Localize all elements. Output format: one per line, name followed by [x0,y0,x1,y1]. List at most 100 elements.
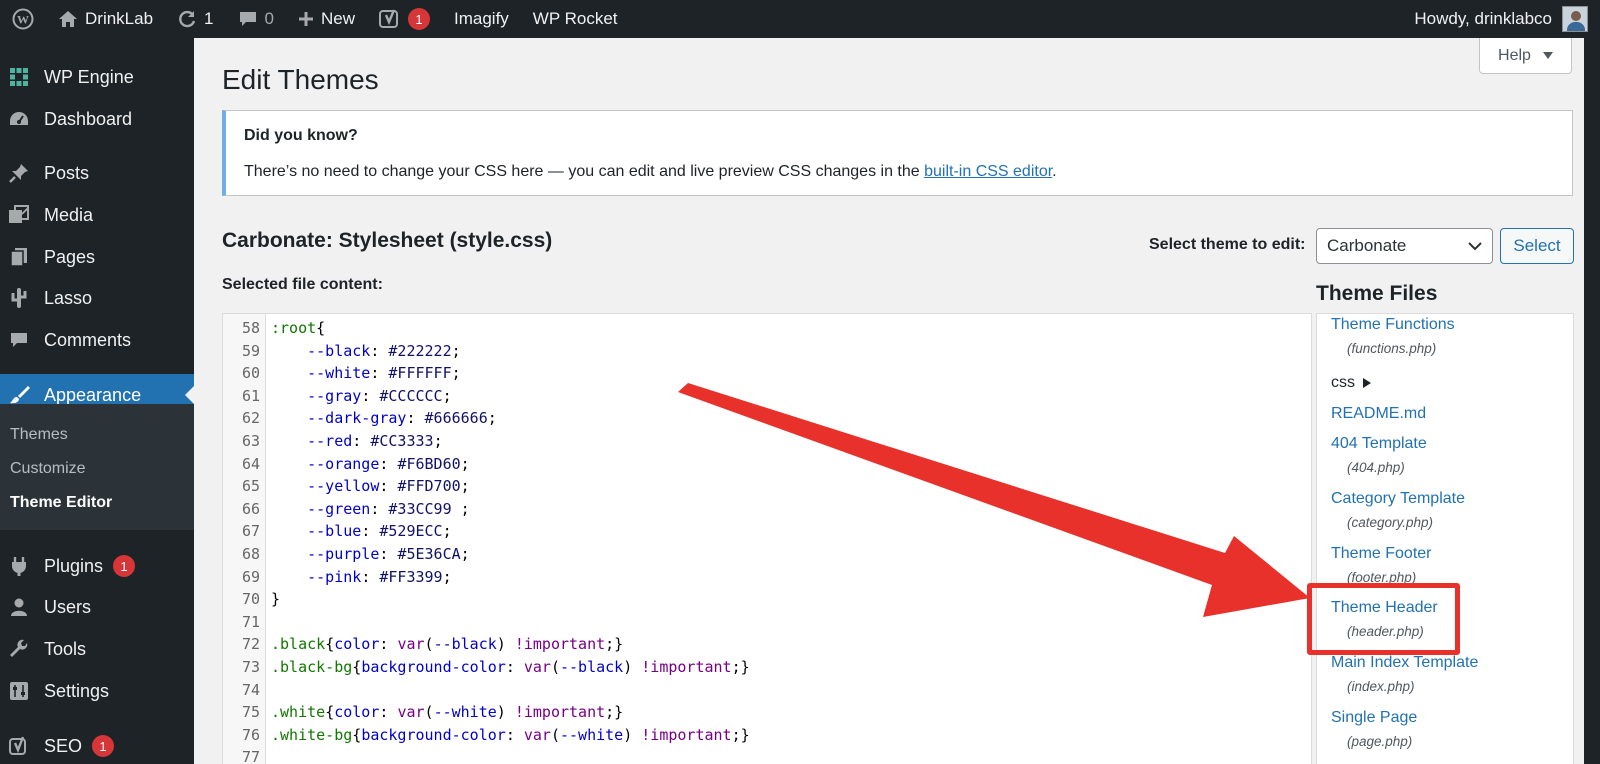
code-token: ;} [605,635,624,654]
file-content-label: Selected file content: [222,276,383,293]
code-token: ; [442,567,452,586]
code-token: #FFFFFF [388,364,452,383]
refresh-icon [179,10,196,28]
menu-item-lasso[interactable]: Lasso [0,277,194,319]
code-text: --blue: #529ECC; [271,520,452,543]
menu-item-comments[interactable]: Comments [0,319,194,361]
code-token: : [379,477,398,496]
code-token: ; [442,386,452,405]
menu-item-wp-engine[interactable]: WP Engine [0,56,194,98]
code-token: #666666 [424,409,488,428]
file-link-theme-footer[interactable]: Theme Footer [1331,545,1431,563]
page-title: Edit Themes [222,64,379,95]
code-token: : [352,432,371,450]
line-number: 72 [241,635,260,654]
code-token: --yellow [271,477,380,496]
menu-item-posts[interactable]: Posts [0,152,194,194]
account-menu[interactable]: Howdy, drinklabco [1414,6,1600,32]
yoast-link[interactable]: 1 [367,0,442,38]
code-token: ) [496,635,515,654]
code-token: --black [433,635,497,654]
menu-label: Users [44,596,92,617]
code-token: : [370,341,389,360]
code-token: #529ECC [379,522,443,541]
code-token: : [406,409,425,428]
code-line: 77 [223,746,1311,764]
code-line: 58:root{ [223,317,1311,340]
code-token: : [505,658,524,676]
wordpress-logo[interactable]: W [0,0,46,38]
code-token: ;} [605,703,624,722]
plugins-update-badge: 1 [113,555,136,577]
menu-label: Plugins [44,555,104,576]
code-text: .white{color: var(--white) !important;} [271,701,623,724]
file-link-readme[interactable]: README.md [1331,405,1426,423]
css-editor-link[interactable]: built-in CSS editor [924,163,1052,180]
code-line: 64 --orange: #F6BD60; [223,453,1311,476]
code-line: 68 --purple: #5E36CA; [223,543,1311,566]
yoast-icon [379,9,398,28]
file-link-single-page[interactable]: Single Page [1331,709,1417,727]
menu-item-dashboard[interactable]: Dashboard [0,98,194,140]
menu-label: Pages [44,246,96,267]
code-token: --pink [271,567,362,586]
updates-link[interactable]: 1 [165,0,225,38]
menu-item-plugins[interactable]: Plugins 1 [0,545,194,587]
site-name-link[interactable]: DrinkLab [46,0,165,38]
code-token: var [397,635,425,654]
file-link-category-template[interactable]: Category Template [1331,490,1465,508]
wp-rocket-link[interactable]: WP Rocket [521,0,630,38]
menu-label: WP Engine [44,66,134,87]
code-text: } [271,588,280,611]
code-token: : [370,499,389,518]
code-token: var [523,658,551,676]
svg-text:W: W [17,13,29,27]
submenu-theme-editor[interactable]: Theme Editor [10,494,112,512]
code-line: 71 [223,611,1311,634]
menu-item-seo[interactable]: SEO 1 [0,725,194,764]
code-token: :root [271,319,317,337]
code-text: --gray: #CCCCCC; [271,385,452,408]
theme-select[interactable]: Carbonate [1316,228,1493,264]
comments-link[interactable]: 0 [226,0,286,38]
menu-item-media[interactable]: Media [0,194,194,236]
folder-css[interactable]: css [1331,374,1371,392]
code-line: 73 .black-bg{background-color: var(--blac… [223,656,1311,679]
imagify-link[interactable]: Imagify [442,0,521,38]
file-link-theme-functions[interactable]: Theme Functions [1331,316,1455,334]
new-content-link[interactable]: New [286,0,367,38]
notice-text-after: . [1052,163,1057,180]
file-name: (page.php) [1347,734,1413,749]
menu-item-pages[interactable]: Pages [0,236,194,278]
code-token: #222222 [388,341,452,360]
wp-rocket-label: WP Rocket [532,9,618,28]
submenu-themes[interactable]: Themes [10,426,68,444]
code-token: !important [514,635,606,654]
code-token: --orange [271,454,380,473]
line-number: 76 [241,725,260,744]
code-token: ;} [731,725,750,744]
help-tab[interactable]: Help [1479,38,1572,74]
code-token: ) [623,658,642,676]
line-number: 75 [241,703,260,722]
chevron-down-icon [1468,242,1482,251]
settings-icon [8,680,30,702]
line-number: 60 [241,364,260,383]
file-link-404-template[interactable]: 404 Template [1331,435,1427,453]
code-token: } [271,590,281,609]
menu-item-tools[interactable]: Tools [0,628,194,670]
select-button[interactable]: Select [1500,228,1574,264]
file-link-main-index-template[interactable]: Main Index Template [1331,654,1478,672]
menu-item-settings[interactable]: Settings [0,670,194,712]
code-line: 63 --red: #CC3333; [223,430,1311,453]
code-token: : [379,454,398,473]
yoast-icon [8,735,30,757]
line-number: 61 [241,386,260,405]
code-editor[interactable]: 58:root{59 --black: #222222; 60 --white: … [222,313,1312,764]
menu-item-users[interactable]: Users [0,586,194,628]
info-notice: Did you know? There’s no need to change … [222,110,1573,196]
select-theme-label: Select theme to edit: [1149,236,1306,253]
menu-label: Media [44,204,94,225]
submenu-customize[interactable]: Customize [10,460,86,478]
file-name: (category.php) [1347,515,1434,530]
